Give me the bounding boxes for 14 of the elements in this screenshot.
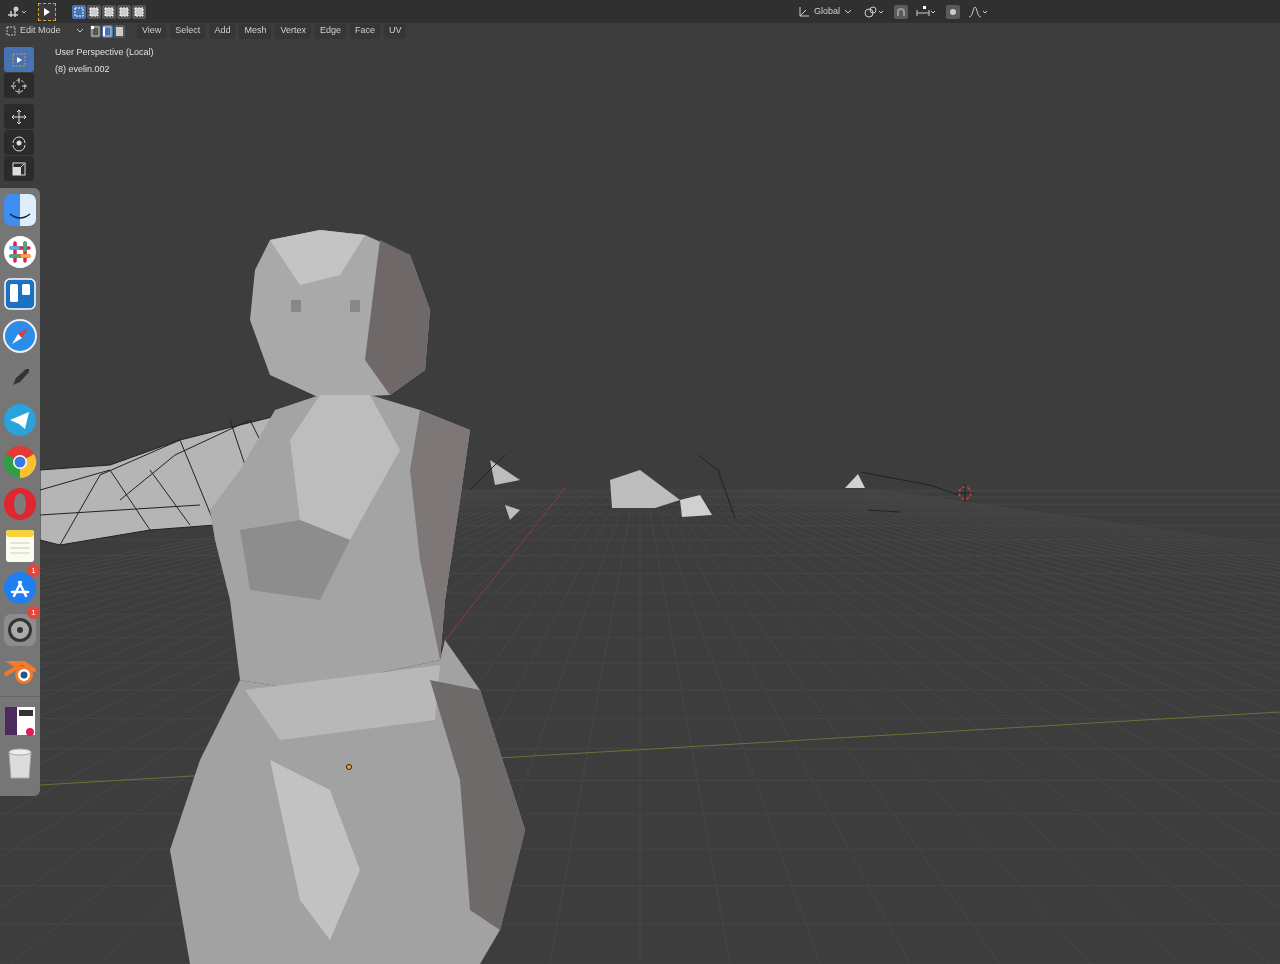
- menu-item[interactable]: Edge: [314, 23, 346, 39]
- menu-item[interactable]: Face: [349, 23, 380, 39]
- menu-item[interactable]: UV: [383, 23, 407, 39]
- object-name-label: (8) evelin.002: [55, 62, 111, 76]
- menu-item[interactable]: Select: [170, 23, 206, 39]
- notification-badge: 1: [27, 564, 40, 577]
- menu-item[interactable]: Add: [209, 23, 236, 39]
- notification-badge: 1: [27, 606, 40, 619]
- menu-item[interactable]: View: [137, 23, 167, 39]
- menu-item[interactable]: Vertex: [275, 23, 311, 39]
- view-name-label: User Perspective (Local): [55, 46, 154, 59]
- menu-item[interactable]: Mesh: [239, 23, 272, 39]
- orientation-dropdown[interactable]: Global: [794, 3, 856, 20]
- mode-dropdown[interactable]: Edit Mode: [4, 23, 86, 39]
